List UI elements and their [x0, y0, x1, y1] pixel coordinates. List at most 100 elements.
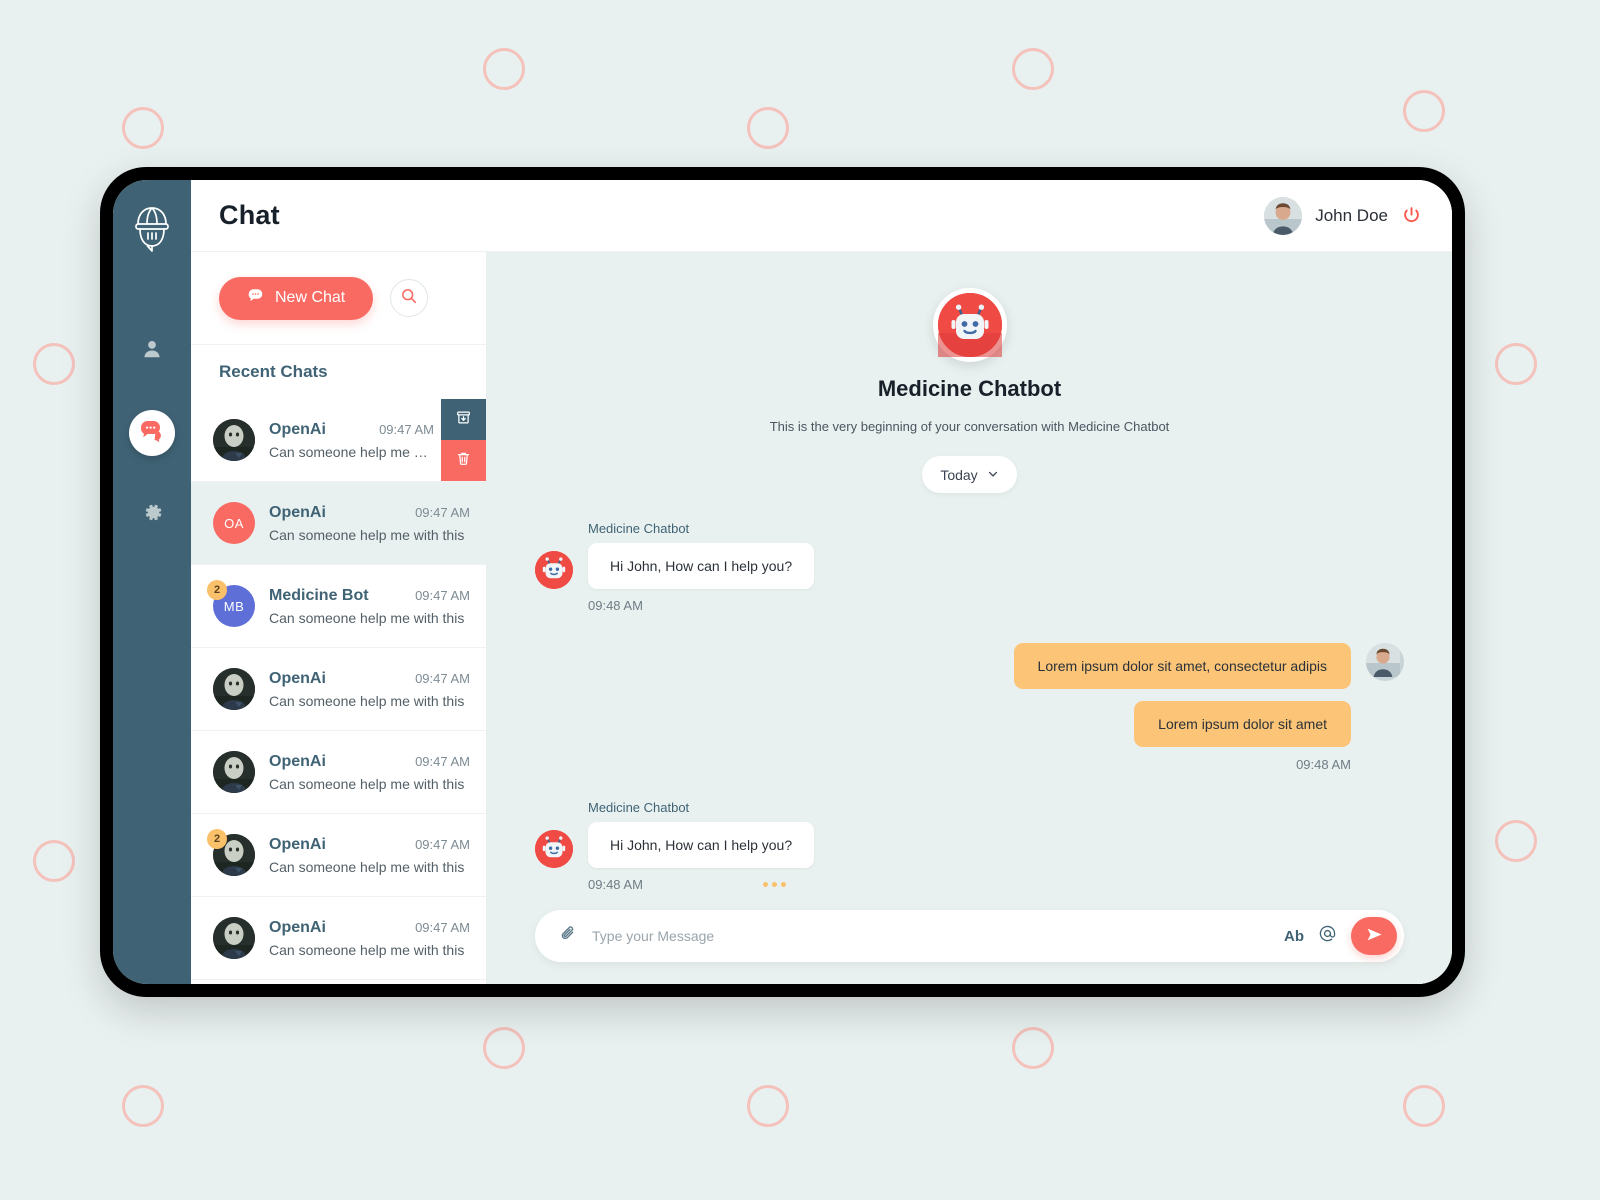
chat-item-header: OpenAi 09:47 AM	[269, 670, 470, 688]
chat-item-preview: Can someone help me with this	[269, 526, 465, 543]
decorative-circle	[1495, 820, 1537, 862]
tablet-device-frame: Chat John Doe New Chat Recent Chats Open…	[100, 167, 1465, 997]
chat-item-preview: Can someone help me with this	[269, 941, 465, 958]
chat-item-body: OpenAi 09:47 AM Can someone help me with t…	[269, 670, 470, 709]
chat-item-body: OpenAi 09:47 AM Can someone help me with t…	[269, 836, 470, 875]
archive-chat-button[interactable]	[441, 399, 486, 440]
primary-nav-rail	[113, 180, 191, 984]
chat-list-item[interactable]: OA OpenAi 09:47 AM Can someone help me with…	[191, 482, 486, 565]
chat-avatar-wrapper: OA	[213, 502, 255, 544]
decorative-circle	[122, 107, 164, 149]
chat-list-item[interactable]: OpenAi 09:47 AM Can someone help me with t…	[191, 897, 486, 980]
avatar	[1366, 643, 1404, 681]
decorative-circle	[747, 1085, 789, 1127]
chat-item-body: OpenAi 09:47 AM Can someone help me with t…	[269, 919, 470, 958]
chat-item-time: 09:47 AM	[415, 919, 470, 935]
decorative-circle	[33, 343, 75, 385]
chat-avatar-wrapper	[213, 419, 255, 461]
chat-item-header: Medicine Bot 09:47 AM	[269, 587, 470, 605]
chat-item-header: OpenAi 09:47 AM	[269, 753, 470, 771]
app-content: Chat John Doe New Chat Recent Chats Open…	[191, 180, 1452, 984]
chat-item-name: OpenAi	[269, 420, 326, 438]
chat-list-item[interactable]: OpenAi 09:47 AM Can someone help me with t…	[191, 648, 486, 731]
outgoing-message-group: Lorem ipsum dolor sit amet, consectetur …	[535, 643, 1404, 772]
user-icon	[141, 338, 163, 365]
chat-item-time: 09:47 AM	[415, 753, 470, 769]
decorative-circle	[1012, 48, 1054, 90]
chat-item-name: OpenAi	[269, 918, 326, 936]
message-bubble[interactable]: Lorem ipsum dolor sit amet	[1134, 701, 1351, 747]
at-icon[interactable]	[1318, 924, 1337, 948]
chat-item-body: OpenAi 09:47 AM Can someone help me with t…	[269, 421, 434, 460]
avatar	[213, 419, 255, 461]
incoming-message-group: Medicine Chatbot Hi John, How can I help …	[535, 800, 1404, 892]
sidebar-item-chat[interactable]	[129, 410, 175, 456]
send-button[interactable]	[1351, 917, 1397, 955]
chat-item-name: OpenAi	[269, 669, 326, 687]
chat-avatar-wrapper: MB 2	[207, 580, 255, 627]
app-screen: Chat John Doe New Chat Recent Chats Open…	[113, 180, 1452, 984]
incoming-message-group: Medicine Chatbot Hi John, How can I help …	[535, 521, 1404, 613]
message-bubble[interactable]: Lorem ipsum dolor sit amet, consectetur …	[1013, 643, 1351, 689]
sidebar-item-settings[interactable]	[129, 492, 175, 538]
composer-wrapper: Ab	[487, 910, 1452, 984]
chatbot-avatar	[535, 830, 573, 868]
chat-item-time: 09:47 AM	[415, 670, 470, 686]
incoming-message-row: Hi John, How can I help you?	[535, 543, 1404, 589]
chat-list-item[interactable]: OpenAi 09:47 AM Can someone help me with t…	[191, 399, 486, 482]
search-button[interactable]	[390, 279, 429, 317]
paperclip-icon[interactable]	[559, 924, 578, 948]
chat-item-time: 09:47 AM	[415, 504, 470, 520]
message-time: 09:48 AM	[588, 877, 643, 892]
decorative-circle	[33, 840, 75, 882]
chat-list-item[interactable]: MB 2 Medicine Bot 09:47 AM Can someone help …	[191, 565, 486, 648]
chat-item-header: OpenAi 09:47 AM	[269, 504, 470, 522]
chat-item-time: 09:47 AM	[415, 587, 470, 603]
chat-item-preview: Can someone help me with this	[269, 775, 465, 792]
message-options-button[interactable]	[762, 882, 786, 887]
conversation-panel: Medicine Chatbot This is the very beginn…	[487, 252, 1452, 984]
send-icon	[1365, 925, 1384, 947]
user-name: John Doe	[1315, 205, 1388, 225]
chat-item-preview: Can someone help me with this	[269, 858, 465, 875]
message-bubble[interactable]: Hi John, How can I help you?	[588, 543, 815, 589]
text-format-button[interactable]: Ab	[1284, 928, 1304, 945]
conversation-intro: Medicine Chatbot This is the very beginn…	[535, 288, 1404, 493]
chat-list-item[interactable]: 2 OpenAi 09:47 AM Can someone help me with …	[191, 814, 486, 897]
message-bubble[interactable]: Hi John, How can I help you?	[588, 822, 815, 868]
message-input[interactable]	[592, 928, 1270, 944]
decorative-circle	[1403, 90, 1445, 132]
chatbot-name: Medicine Chatbot	[877, 376, 1062, 401]
chat-avatar-wrapper	[213, 751, 255, 793]
decorative-circle	[483, 1027, 525, 1069]
message-time: 09:48 AM	[1296, 757, 1351, 772]
chat-item-time: 09:47 AM	[415, 836, 470, 852]
chat-bubble-icon	[247, 287, 264, 309]
top-bar: Chat John Doe	[191, 180, 1452, 252]
chat-item-header: OpenAi 09:47 AM	[269, 836, 470, 854]
date-separator-pill[interactable]: Today	[922, 456, 1017, 493]
decorative-circle	[122, 1085, 164, 1127]
decorative-circle	[1403, 1085, 1445, 1127]
sidebar-item-profile[interactable]	[129, 328, 175, 374]
decorative-circle	[747, 107, 789, 149]
new-chat-button[interactable]: New Chat	[219, 276, 374, 320]
avatar-initials-text: MB	[223, 598, 245, 614]
message-composer: Ab	[535, 910, 1404, 962]
new-chat-label: New Chat	[275, 289, 346, 306]
body-split: New Chat Recent Chats OpenAi 09:47 AM Ca…	[191, 252, 1452, 984]
chat-item-header: OpenAi 09:47 AM	[269, 421, 434, 439]
message-scroll-area: Medicine Chatbot This is the very beginn…	[487, 252, 1452, 910]
avatar[interactable]	[1264, 196, 1303, 235]
chat-list[interactable]: OpenAi 09:47 AM Can someone help me with t…	[191, 399, 486, 984]
delete-chat-button[interactable]	[441, 440, 486, 481]
chat-item-header: OpenAi 09:47 AM	[269, 919, 470, 937]
date-label: Today	[940, 466, 978, 483]
chat-list-item[interactable]: OpenAi 09:47 AM Can someone help me with t…	[191, 731, 486, 814]
chat-item-preview: Can someone help me with this	[269, 443, 434, 460]
chatbot-avatar	[535, 551, 573, 589]
chat-item-body: Medicine Bot 09:47 AM Can someone help me …	[269, 587, 470, 626]
message-sender-name: Medicine Chatbot	[588, 521, 690, 536]
incoming-message-row: Hi John, How can I help you?	[535, 822, 1404, 868]
power-icon[interactable]	[1401, 205, 1422, 226]
